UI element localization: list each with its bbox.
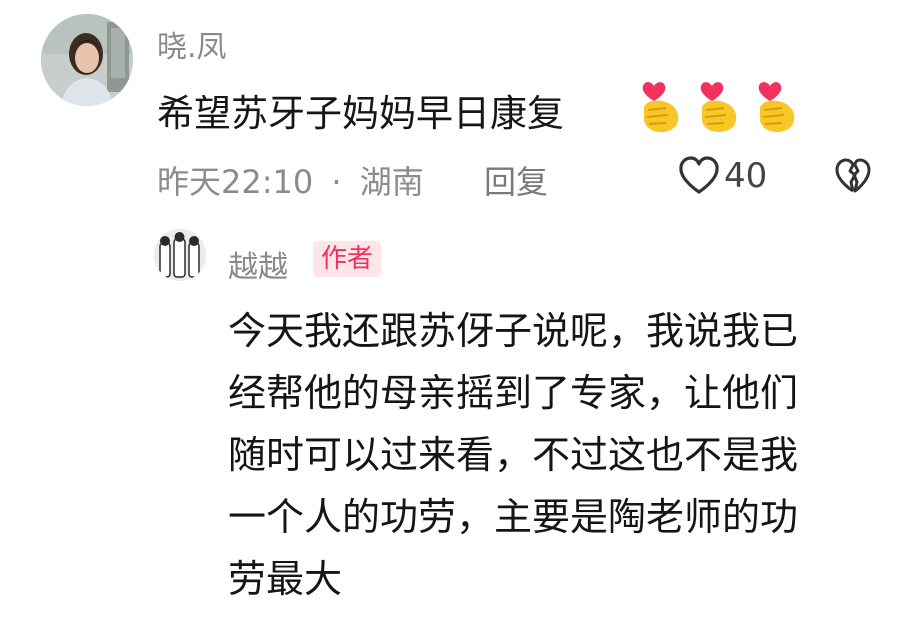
comment-text: 希望苏牙子妈妈早日康复 xyxy=(157,92,564,135)
reply-text-line: 今天我还跟苏伢子说呢，我说我已 xyxy=(228,309,799,353)
avatar-photo-icon xyxy=(154,229,206,281)
comment-meta: 昨天22:10 · 湖南 xyxy=(157,157,424,203)
finger-heart-emoji-icon xyxy=(700,82,737,133)
finger-heart-emoji-icon xyxy=(642,82,679,133)
like-count: 40 xyxy=(724,156,768,196)
comment-time: 昨天22:10 xyxy=(157,163,314,201)
dislike-button[interactable] xyxy=(834,158,872,194)
reply-avatar[interactable] xyxy=(154,229,206,281)
like-button[interactable]: 40 xyxy=(678,156,767,196)
meta-separator: · xyxy=(331,163,342,201)
finger-heart-emoji-icon xyxy=(758,82,795,133)
reply-button[interactable]: 回复 xyxy=(484,157,548,203)
reply-text: 今天我还跟苏伢子说呢，我说我已 经帮他的母亲摇到了专家，让他们 随时可以过来看，… xyxy=(228,300,798,610)
avatar-photo-icon xyxy=(41,14,133,106)
emoji-group xyxy=(638,77,808,135)
reply-text-line: 一个人的功劳，主要是陶老师的功 xyxy=(228,495,799,539)
reply-text-line: 经帮他的母亲摇到了专家，让他们 xyxy=(228,371,799,415)
broken-heart-icon xyxy=(835,158,871,193)
comment-location: 湖南 xyxy=(359,163,424,201)
reply-username[interactable]: 越越 xyxy=(228,242,288,286)
reply-text-line: 劳最大 xyxy=(228,557,343,601)
reply-text-line: 随时可以过来看，不过这也不是我 xyxy=(228,433,799,477)
avatar[interactable] xyxy=(41,14,133,106)
author-badge: 作者 xyxy=(313,241,382,277)
comment-username[interactable]: 晓.凤 xyxy=(157,22,227,66)
heart-outline-icon xyxy=(679,156,719,194)
